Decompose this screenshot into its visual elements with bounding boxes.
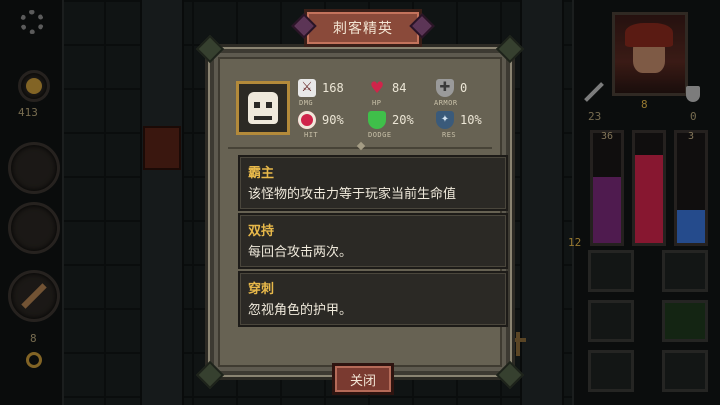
close-button[interactable]: 关闭 — [332, 363, 394, 395]
stat-res-value: 10% — [460, 113, 482, 127]
ability-desc: 忽视角色的护甲。 — [248, 303, 353, 318]
target-icon — [298, 111, 316, 129]
shield-icon: ✚ — [436, 79, 454, 97]
heart-icon: ♥ — [369, 78, 385, 97]
stat-hp: ♥ 84 — [368, 78, 407, 97]
stat-dmg: ⚔ 168 — [298, 79, 344, 97]
title-plate: 刺客精英 — [291, 9, 435, 47]
sword-icon: ⚔ — [298, 79, 316, 97]
green-shield-icon — [368, 111, 386, 129]
monster-info-modal: 刺客精英 ⚔ 168 DMG ♥ 84 HP ✚ 0 ARMOR 90% HIT… — [195, 9, 525, 395]
ability-desc: 该怪物的攻击力等于玩家当前生命值 — [248, 187, 457, 202]
modal-body: ⚔ 168 DMG ♥ 84 HP ✚ 0 ARMOR 90% HIT 20% … — [218, 57, 508, 367]
stat-armor-value: 0 — [460, 81, 468, 95]
stat-dmg-value: 168 — [322, 81, 344, 95]
skull-eye — [266, 102, 272, 108]
resist-shield-icon: ✦ — [436, 111, 454, 129]
ability-card: 双持 每回合攻击两次。 — [238, 213, 508, 269]
stat-hp-label: HP — [372, 99, 382, 107]
ability-name: 双持 — [248, 224, 275, 239]
stat-armor-label: ARMOR — [434, 99, 458, 107]
ability-name: 霸主 — [248, 166, 275, 181]
stat-hit-label: HIT — [304, 131, 319, 139]
ability-card: 穿刺 忽视角色的护甲。 — [238, 271, 508, 327]
monster-avatar — [236, 81, 290, 135]
ability-card: 霸主 该怪物的攻击力等于玩家当前生命值 — [238, 155, 508, 211]
ability-name: 穿刺 — [248, 282, 275, 297]
modal-title: 刺客精英 — [333, 21, 393, 37]
stat-hit: 90% — [298, 111, 344, 129]
stat-res: ✦ 10% — [436, 111, 482, 129]
stat-dmg-label: DMG — [299, 99, 314, 107]
stat-armor: ✚ 0 — [436, 79, 467, 97]
stat-hit-value: 90% — [322, 113, 344, 127]
stat-dodge-value: 20% — [392, 113, 414, 127]
stat-res-label: RES — [442, 131, 457, 139]
ability-desc: 每回合攻击两次。 — [248, 245, 353, 260]
stat-hp-value: 84 — [392, 81, 407, 95]
skull-eye — [254, 102, 260, 108]
stat-dodge: 20% — [368, 111, 414, 129]
skull-icon — [248, 92, 278, 124]
skull-teeth — [254, 116, 272, 120]
stat-dodge-label: DODGE — [368, 131, 392, 139]
